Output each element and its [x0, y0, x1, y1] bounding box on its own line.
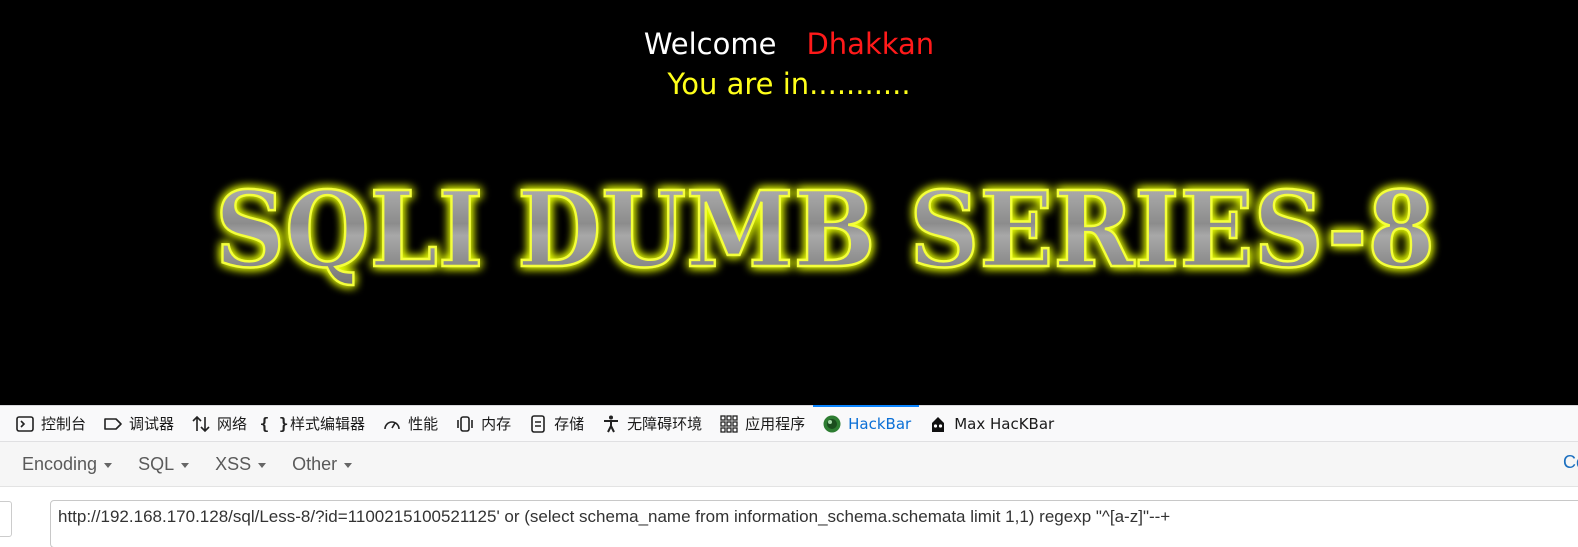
- performance-icon: [381, 413, 403, 435]
- devtools-tab-bar: 控制台 调试器 网络 { } 样式编辑器 性能 内存 存储 无障碍环境 应用程序…: [0, 405, 1578, 442]
- tab-hackbar[interactable]: HackBar: [813, 405, 920, 441]
- tab-label: 内存: [481, 415, 512, 433]
- tab-label: Max HacKBar: [954, 414, 1055, 433]
- tab-label: 网络: [217, 415, 248, 433]
- tab-label: 无障碍环境: [627, 415, 703, 433]
- page-viewport: Welcome Dhakkan You are in........... SQL…: [0, 0, 1578, 405]
- menu-label: Encoding: [22, 453, 98, 474]
- tab-label: 存储: [554, 415, 585, 433]
- tab-storage[interactable]: 存储: [519, 406, 592, 441]
- side-button[interactable]: [0, 501, 12, 537]
- tab-network[interactable]: 网络: [182, 406, 255, 441]
- banner-title-image: SQLI DUMB SERIES-8: [214, 168, 1437, 292]
- memory-icon: [454, 413, 476, 435]
- accessibility-icon: [600, 413, 622, 435]
- tab-application[interactable]: 应用程序: [710, 406, 813, 441]
- caret-down-icon: [258, 462, 267, 468]
- encoding-menu[interactable]: Encoding: [22, 453, 113, 475]
- max-hackbar-icon: [927, 413, 949, 435]
- devtools-panel: 控制台 调试器 网络 { } 样式编辑器 性能 内存 存储 无障碍环境 应用程序…: [0, 405, 1578, 547]
- tab-label: 性能: [408, 415, 439, 433]
- user-name: Dhakkan: [806, 27, 935, 61]
- tab-label: 样式编辑器: [290, 415, 366, 433]
- style-editor-icon: { }: [259, 414, 289, 433]
- storage-icon: [527, 413, 549, 435]
- tab-label: 应用程序: [745, 415, 806, 433]
- tab-performance[interactable]: 性能: [373, 406, 446, 441]
- application-icon: [718, 413, 740, 435]
- menu-label: SQL: [138, 453, 175, 474]
- caret-down-icon: [104, 462, 113, 468]
- tab-max-hackbar[interactable]: Max HacKBar: [919, 406, 1062, 441]
- caret-down-icon: [181, 462, 190, 468]
- status-message: You are in...........: [667, 67, 911, 101]
- tab-memory[interactable]: 内存: [446, 406, 519, 441]
- url-input[interactable]: http://192.168.170.128/sql/Less-8/?id=11…: [50, 500, 1578, 547]
- tab-console[interactable]: 控制台: [6, 406, 94, 441]
- hackbar-toolbar: Encoding SQL XSS Other Co: [0, 442, 1578, 487]
- banner-text: SQLI DUMB SERIES-8: [215, 168, 1435, 291]
- tab-style-editor[interactable]: { } 样式编辑器: [255, 406, 373, 441]
- contribute-link[interactable]: Co: [1563, 452, 1578, 473]
- menu-label: XSS: [215, 453, 252, 474]
- hackbar-icon: [821, 413, 843, 435]
- url-row: http://192.168.170.128/sql/Less-8/?id=11…: [0, 487, 1578, 547]
- tab-debugger[interactable]: 调试器: [94, 406, 182, 441]
- other-menu[interactable]: Other: [292, 453, 353, 475]
- menu-label: Other: [292, 453, 338, 474]
- tab-label: 控制台: [41, 415, 87, 433]
- sql-menu[interactable]: SQL: [138, 453, 190, 475]
- console-icon: [14, 413, 36, 435]
- welcome-text: Welcome: [643, 27, 777, 61]
- caret-down-icon: [344, 462, 353, 468]
- xss-menu[interactable]: XSS: [215, 453, 267, 475]
- debugger-icon: [102, 413, 124, 435]
- welcome-line: Welcome Dhakkan: [0, 24, 1578, 64]
- tab-accessibility[interactable]: 无障碍环境: [592, 406, 710, 441]
- tab-label: 调试器: [129, 415, 175, 433]
- tab-label: HackBar: [848, 414, 912, 433]
- network-icon: [190, 413, 212, 435]
